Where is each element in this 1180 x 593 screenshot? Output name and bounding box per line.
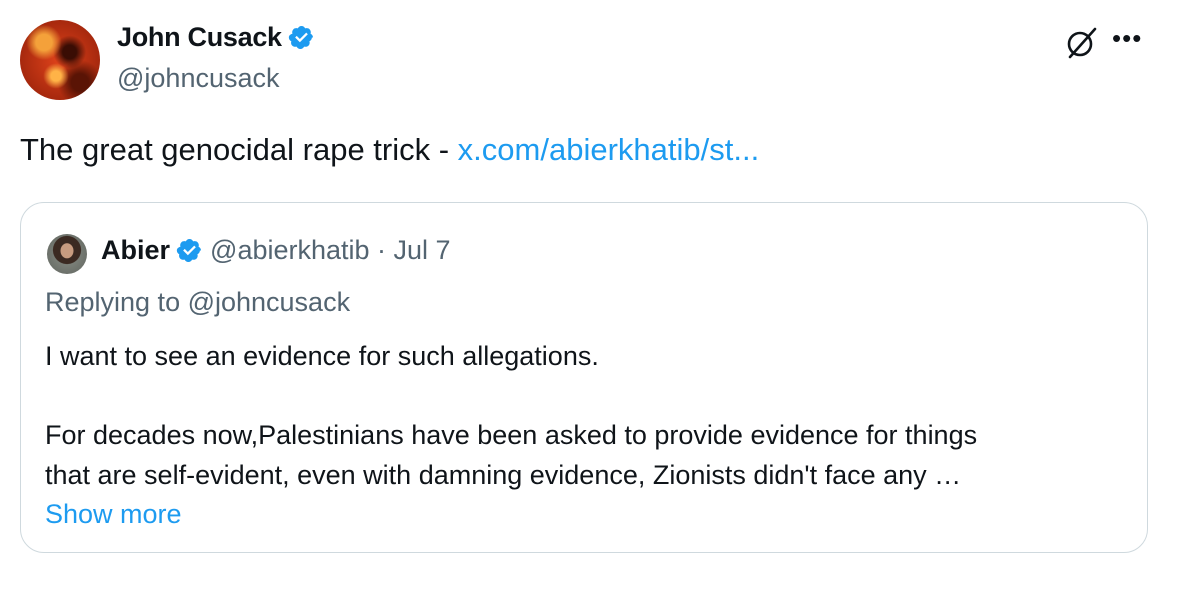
quoted-author-name[interactable]: Abier — [101, 235, 170, 266]
tweet-text-body: The great genocidal rape trick - — [20, 132, 458, 167]
tweet-link[interactable]: x.com/abierkhatib/st... — [458, 132, 760, 167]
tweet: John Cusack @johncusack ••• The great ge… — [0, 0, 1180, 593]
author-handle[interactable]: @johncusack — [117, 63, 280, 94]
author-display-name[interactable]: John Cusack — [117, 22, 282, 53]
quoted-date[interactable]: Jul 7 — [394, 235, 451, 266]
quoted-tweet[interactable]: Abier @abierkhatib · Jul 7 Replying to @… — [20, 202, 1148, 553]
quoted-author-handle[interactable]: @abierkhatib — [210, 235, 370, 266]
grok-icon[interactable] — [1062, 24, 1100, 62]
quoted-tweet-body: I want to see an evidence for such alleg… — [45, 337, 977, 535]
quoted-body-line: For decades now,Palestinians have been a… — [45, 420, 978, 450]
author-avatar[interactable] — [20, 20, 100, 100]
replying-to: Replying to @johncusack — [45, 287, 351, 317]
quoted-body-line: that are self-evident, even with damning… — [45, 459, 962, 490]
author-name-row: John Cusack — [117, 22, 315, 53]
show-more-link[interactable]: Show more — [45, 495, 977, 535]
tweet-text: The great genocidal rape trick - x.com/a… — [20, 132, 759, 168]
verified-badge-icon[interactable] — [288, 24, 315, 51]
quoted-body-line: I want to see an evidence for such alleg… — [45, 341, 599, 371]
more-options-icon[interactable]: ••• — [1112, 25, 1142, 51]
quoted-verified-badge-icon[interactable] — [176, 237, 203, 264]
quoted-author-row: Abier @abierkhatib · Jul 7 — [101, 235, 451, 266]
quoted-meta-separator: · — [369, 235, 394, 265]
quoted-author-avatar[interactable] — [47, 234, 87, 274]
